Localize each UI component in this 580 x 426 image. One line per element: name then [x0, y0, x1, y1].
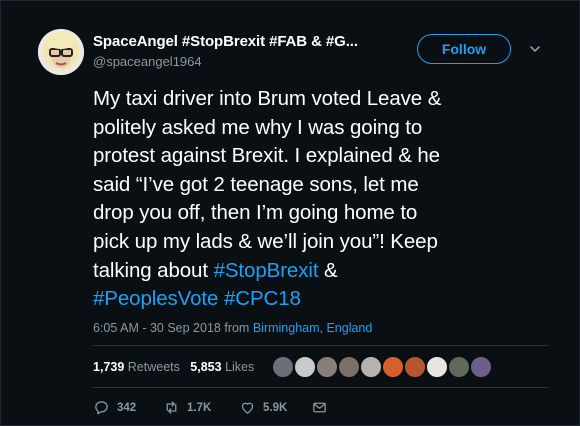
author-handle[interactable]: @spaceangel1964: [93, 54, 202, 69]
liker-avatar-1[interactable]: [271, 355, 295, 379]
reply-button[interactable]: 342: [93, 399, 136, 416]
reply-count: 342: [117, 401, 137, 414]
liker-avatars: [271, 355, 511, 381]
tweet-text-segment: politely asked me why I was going to: [93, 115, 423, 139]
tweet-text-line: politely asked me why I was going to: [93, 114, 533, 143]
liker-avatar-4[interactable]: [337, 355, 361, 379]
reply-icon: [95, 401, 108, 415]
location-link[interactable]: Birmingham, England: [253, 321, 373, 335]
tweet-text-segment: My taxi driver into Brum voted Leave &: [93, 87, 442, 110]
follow-button[interactable]: Follow: [417, 34, 511, 64]
liker-avatar-6[interactable]: [381, 355, 405, 379]
tweet-text-segment: protest against Brexit. I explained & he: [93, 144, 440, 168]
liker-avatar-10[interactable]: [469, 355, 493, 379]
retweets-count[interactable]: 1,739: [93, 360, 124, 374]
avatar-image: [38, 29, 84, 75]
tweet-text-segment: &: [318, 258, 338, 282]
retweet-button[interactable]: 1.7K: [163, 399, 211, 416]
tweet-text-segment: pick up my lads & we’ll join you”! Keep: [93, 229, 438, 253]
hashtag-link[interactable]: #CPC18: [224, 287, 301, 310]
retweet-icon: [166, 401, 177, 414]
like-count: 5.9K: [263, 401, 288, 414]
author-display-name[interactable]: SpaceAngel #StopBrexit #FAB & #G...: [93, 33, 393, 50]
tweet-text-segment: talking about: [93, 258, 214, 282]
direct-message-button[interactable]: [311, 399, 328, 416]
liker-avatar-7[interactable]: [403, 355, 427, 379]
retweets-label[interactable]: Retweets: [128, 360, 180, 374]
tweet-text-line: pick up my lads & we’ll join you”! Keep: [93, 228, 533, 257]
hashtag-link[interactable]: #StopBrexit: [214, 259, 319, 282]
engagement-stats: 1,739 Retweets 5,853 Likes: [93, 360, 254, 374]
liker-avatar-8[interactable]: [425, 355, 449, 379]
liker-avatar-2[interactable]: [293, 355, 317, 379]
avatar[interactable]: [38, 29, 84, 75]
likes-label[interactable]: Likes: [225, 360, 254, 374]
tweet-timestamp: 6:05 AM - 30 Sep 2018 from Birmingham, E…: [93, 321, 372, 335]
tweet-text-line: #PeoplesVote #CPC18: [93, 285, 533, 314]
likes-count[interactable]: 5,853: [190, 360, 221, 374]
tweet-text-line: talking about #StopBrexit &: [93, 257, 533, 286]
tweet-card: SpaceAngel #StopBrexit #FAB & #G... @spa…: [0, 0, 580, 426]
retweet-count: 1.7K: [187, 401, 212, 414]
divider: [93, 387, 549, 388]
tweet-text-segment: drop you off, then I’m going home to: [93, 201, 418, 225]
tweet-text-line: protest against Brexit. I explained & he: [93, 142, 533, 171]
like-button[interactable]: 5.9K: [239, 399, 287, 416]
hashtag-link[interactable]: #PeoplesVote: [93, 287, 218, 310]
action-bar: 342 1.7K 5.9K: [93, 399, 353, 419]
envelope-icon: [313, 402, 326, 413]
divider: [93, 345, 549, 346]
timestamp-date[interactable]: 6:05 AM - 30 Sep 2018 from: [93, 321, 253, 335]
heart-icon: [241, 402, 254, 414]
tweet-text-line: said “I’ve got 2 teenage sons, let me: [93, 171, 533, 200]
liker-avatar-9[interactable]: [447, 355, 471, 379]
tweet-text-segment: said “I’ve got 2 teenage sons, let me: [93, 172, 419, 196]
liker-avatar-3[interactable]: [315, 355, 339, 379]
tweet-text-line: drop you off, then I’m going home to: [93, 199, 533, 228]
tweet-text-line: My taxi driver into Brum voted Leave &: [93, 85, 533, 114]
chevron-down-icon[interactable]: [527, 41, 543, 57]
tweet-text: My taxi driver into Brum voted Leave & po…: [93, 85, 533, 314]
liker-avatar-5[interactable]: [359, 355, 383, 379]
